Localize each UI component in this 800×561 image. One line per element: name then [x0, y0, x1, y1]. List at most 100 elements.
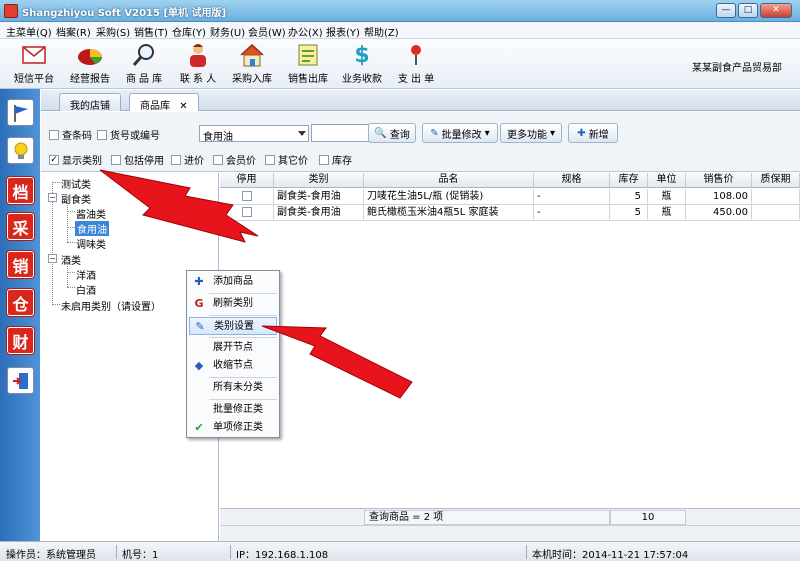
menu-archive[interactable]: 档案(R): [56, 24, 91, 39]
tree-node[interactable]: 副食类: [61, 191, 91, 206]
disabled-cell[interactable]: [220, 205, 274, 221]
menu-item-category-settings[interactable]: ✎ 类别设置: [189, 317, 277, 335]
menu-item-collapse-nodes[interactable]: ◆ 收缩节点: [189, 357, 277, 375]
add-button[interactable]: ✚ 新增: [568, 123, 618, 143]
plus-icon: ✚: [577, 127, 586, 139]
menu-help[interactable]: 帮助(Z): [364, 24, 399, 39]
checkbox-box[interactable]: [97, 129, 107, 140]
sms-platform-button[interactable]: 短信平台: [10, 41, 58, 87]
diamond-icon: ◆: [194, 359, 204, 372]
business-report-button[interactable]: 经营报告: [66, 41, 114, 87]
menu-member[interactable]: 会员(W): [248, 24, 286, 39]
tree-node[interactable]: 酱油类: [76, 206, 106, 221]
menu-report[interactable]: 报表(Y): [326, 24, 360, 39]
other-price-checkbox[interactable]: 其它价: [265, 152, 308, 167]
more-functions-button[interactable]: 更多功能 ▾: [500, 123, 562, 143]
sales-shortcut[interactable]: 销: [7, 251, 34, 278]
column-header[interactable]: 规格: [534, 173, 610, 188]
purchase-price-checkbox[interactable]: 进价: [171, 152, 204, 167]
product-library-button[interactable]: 商 品 库: [122, 41, 166, 87]
minimize-button[interactable]: —: [716, 3, 736, 18]
column-header[interactable]: 库存: [610, 173, 648, 188]
disabled-cell[interactable]: [220, 189, 274, 205]
menu-warehouse[interactable]: 仓库(Y): [172, 24, 206, 39]
checkbox-box[interactable]: ✓: [49, 154, 59, 165]
toolbar-label: 商 品 库: [125, 74, 163, 85]
maximize-button[interactable]: □: [738, 3, 758, 18]
purchase-in-button[interactable]: 采购入库: [228, 41, 276, 87]
column-header[interactable]: 类别: [274, 173, 364, 188]
button-label: 批量修改: [441, 129, 482, 141]
show-category-checkbox[interactable]: ✓ 显示类别: [49, 152, 102, 167]
stock-checkbox[interactable]: 库存: [319, 152, 352, 167]
menu-item-add-product[interactable]: ✚ 添加商品: [189, 273, 277, 291]
code-checkbox[interactable]: 货号或编号: [97, 127, 160, 142]
status-machine: 机号：1: [122, 550, 159, 561]
flag-icon[interactable]: [7, 99, 34, 126]
purchase-shortcut[interactable]: 采: [7, 213, 34, 240]
menu-purchase[interactable]: 采购(S): [96, 24, 130, 39]
envelope-icon: [21, 42, 47, 68]
menu-item-expand-nodes[interactable]: 展开节点: [189, 339, 277, 357]
checkbox-box[interactable]: [213, 154, 223, 165]
menu-item-all-uncategorized[interactable]: 所有未分类: [189, 379, 277, 397]
column-header[interactable]: 销售价: [686, 173, 752, 188]
checkbox-box[interactable]: [49, 129, 59, 140]
checkbox-box[interactable]: [171, 154, 181, 165]
batch-edit-button[interactable]: ✎ 批量修改 ▾: [422, 123, 498, 143]
document-tabs: 我的店铺 商品库 ✕: [41, 90, 800, 112]
row-checkbox[interactable]: [241, 191, 252, 201]
horizontal-scrollbar[interactable]: [220, 525, 800, 541]
checkbox-box[interactable]: [111, 154, 121, 165]
menu-finance[interactable]: 财务(U): [210, 24, 245, 39]
menu-item-label: 添加商品: [213, 276, 253, 287]
product-grid: 停用 类别 品名 规格 库存 单位 销售价 质保期 副食类-食用油 刀唛花生油5…: [220, 173, 800, 508]
column-header[interactable]: 品名: [364, 173, 534, 188]
tree-node-selected[interactable]: 食用油: [75, 221, 109, 236]
finance-shortcut[interactable]: 财: [7, 327, 34, 354]
status-time: 本机时间：2014-11-21 17:57:04: [532, 550, 689, 561]
menu-item-label: 所有未分类: [213, 382, 263, 393]
column-header[interactable]: 单位: [648, 173, 686, 188]
menu-sales[interactable]: 销售(T): [134, 24, 168, 39]
contacts-button[interactable]: 联 系 人: [176, 41, 220, 87]
tree-node[interactable]: 调味类: [76, 236, 106, 251]
tab-my-store[interactable]: 我的店铺: [59, 93, 121, 112]
column-header[interactable]: 质保期: [752, 173, 800, 188]
menu-office[interactable]: 办公(X): [288, 24, 323, 39]
category-combo[interactable]: 食用油: [199, 125, 309, 143]
sales-out-button[interactable]: 销售出库: [284, 41, 332, 87]
checkbox-box[interactable]: [265, 154, 275, 165]
bulb-icon[interactable]: [7, 137, 34, 164]
tree-node[interactable]: 白酒: [76, 282, 96, 297]
menu-item-single-fix-category[interactable]: ✔ 单项修正类: [189, 419, 277, 437]
collapse-toggle[interactable]: −: [48, 254, 57, 263]
warehouse-shortcut[interactable]: 仓: [7, 289, 34, 316]
query-button[interactable]: 🔍 查询: [368, 123, 416, 143]
barcode-checkbox[interactable]: 查条码: [49, 127, 92, 142]
expense-button[interactable]: 支 出 单: [394, 41, 438, 87]
checkbox-box[interactable]: [319, 154, 329, 165]
business-receipt-button[interactable]: $ 业务收款: [338, 41, 386, 87]
member-price-checkbox[interactable]: 会员价: [213, 152, 256, 167]
menu-item-refresh-category[interactable]: G 刷新类别: [189, 295, 277, 313]
tree-node[interactable]: 酒类: [61, 252, 81, 267]
exit-icon[interactable]: [7, 367, 34, 394]
tree-node[interactable]: 测试类: [61, 176, 91, 191]
close-button[interactable]: ✕: [760, 3, 792, 18]
tree-node[interactable]: 未启用类别（请设置）: [61, 298, 161, 313]
row-checkbox[interactable]: [241, 207, 252, 217]
main-toolbar: 短信平台 经营报告 商 品 库 联 系 人 采购入库 销售出库 $ 业务收款 支…: [0, 39, 800, 89]
tree-line: [67, 211, 75, 212]
tab-product-library[interactable]: 商品库 ✕: [129, 93, 199, 112]
tab-close-icon[interactable]: ✕: [179, 101, 187, 112]
menu-item-batch-fix-category[interactable]: 批量修正类: [189, 401, 277, 419]
tree-node[interactable]: 洋酒: [76, 267, 96, 282]
chevron-down-icon: ▾: [484, 127, 490, 139]
collapse-toggle[interactable]: −: [48, 193, 57, 202]
column-header[interactable]: 停用: [220, 173, 274, 188]
include-disabled-checkbox[interactable]: 包括停用: [111, 152, 164, 167]
archive-shortcut[interactable]: 档: [7, 177, 34, 204]
menu-main[interactable]: 主菜单(Q): [6, 24, 52, 39]
chevron-down-icon[interactable]: [298, 131, 306, 136]
